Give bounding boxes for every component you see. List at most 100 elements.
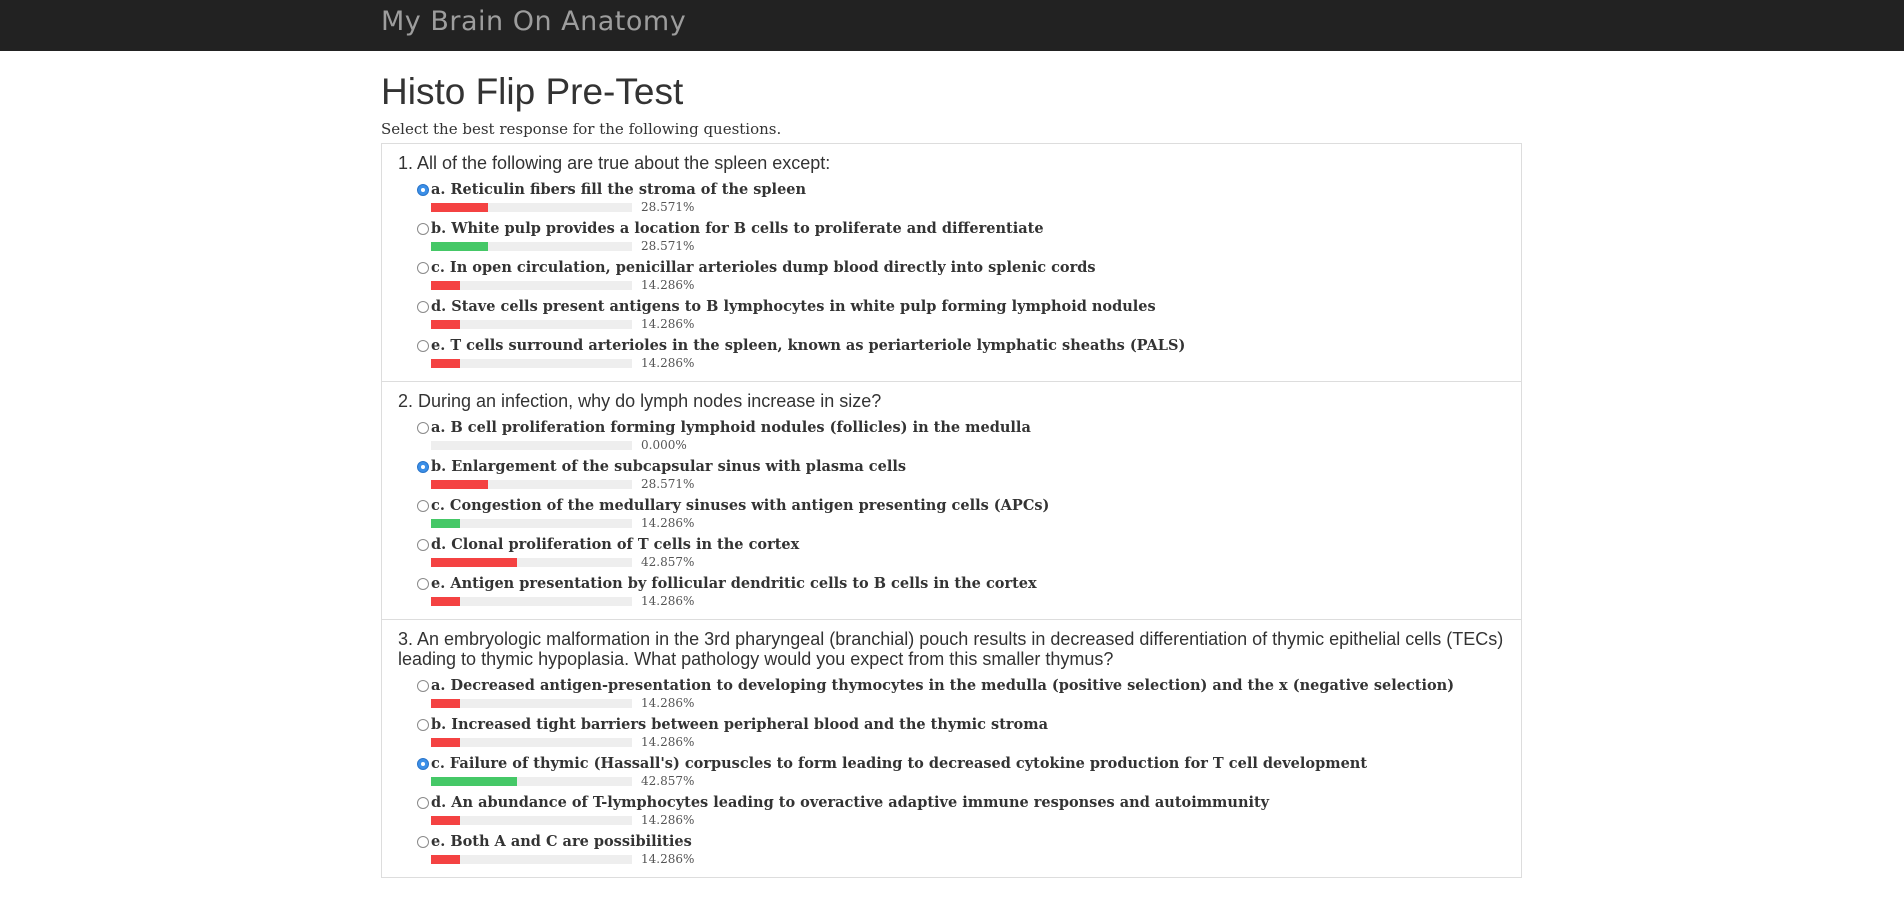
answer-row[interactable]: a. Reticulin fibers fill the stroma of t… xyxy=(417,179,1506,199)
response-bar-row: 28.571% xyxy=(431,477,1506,491)
answer-option[interactable]: d. Stave cells present antigens to B lym… xyxy=(417,296,1506,335)
answer-label[interactable]: d. Clonal proliferation of T cells in th… xyxy=(431,536,799,553)
answer-radio[interactable] xyxy=(417,500,429,512)
answer-option[interactable]: e. Antigen presentation by follicular de… xyxy=(417,573,1506,612)
answer-label[interactable]: b. Increased tight barriers between peri… xyxy=(431,716,1048,733)
answer-radio[interactable] xyxy=(417,301,429,313)
answer-row[interactable]: e. T cells surround arterioles in the sp… xyxy=(417,335,1506,355)
response-bar-track xyxy=(431,441,632,450)
answer-row[interactable]: c. Failure of thymic (Hassall's) corpusc… xyxy=(417,753,1506,773)
response-bar-row: 28.571% xyxy=(431,200,1506,214)
answer-row[interactable]: b. Increased tight barriers between peri… xyxy=(417,714,1506,734)
answer-radio[interactable] xyxy=(417,680,429,692)
answer-option[interactable]: d. Clonal proliferation of T cells in th… xyxy=(417,534,1506,573)
answer-option[interactable]: a. Reticulin fibers fill the stroma of t… xyxy=(417,179,1506,218)
answer-radio[interactable] xyxy=(417,340,429,352)
answer-radio[interactable] xyxy=(417,836,429,848)
response-bar-row: 14.286% xyxy=(431,813,1506,827)
answer-label[interactable]: c. Failure of thymic (Hassall's) corpusc… xyxy=(431,755,1367,772)
answer-label[interactable]: e. Both A and C are possibilities xyxy=(431,833,692,850)
response-bar-track xyxy=(431,480,632,489)
answer-row[interactable]: d. An abundance of T-lymphocytes leading… xyxy=(417,792,1506,812)
response-percentage: 14.286% xyxy=(641,356,695,370)
response-bar-track xyxy=(431,816,632,825)
answer-radio[interactable] xyxy=(417,461,429,473)
page-subtitle: Select the best response for the followi… xyxy=(381,120,782,138)
answer-radio[interactable] xyxy=(417,262,429,274)
answer-option[interactable]: e. Both A and C are possibilities 14.286% xyxy=(417,831,1506,870)
answer-option[interactable]: c. In open circulation, penicillar arter… xyxy=(417,257,1506,296)
question-list: 1. All of the following are true about t… xyxy=(381,143,1522,878)
answer-row[interactable]: d. Clonal proliferation of T cells in th… xyxy=(417,534,1506,554)
answer-radio[interactable] xyxy=(417,422,429,434)
answer-row[interactable]: e. Antigen presentation by follicular de… xyxy=(417,573,1506,593)
answer-label[interactable]: a. Decreased antigen-presentation to dev… xyxy=(431,677,1454,694)
response-percentage: 14.286% xyxy=(641,852,695,866)
response-bar-row: 14.286% xyxy=(431,696,1506,710)
question-text: 1. All of the following are true about t… xyxy=(398,153,831,173)
answer-label[interactable]: e. T cells surround arterioles in the sp… xyxy=(431,337,1185,354)
response-percentage: 14.286% xyxy=(641,813,695,827)
answer-label[interactable]: b. White pulp provides a location for B … xyxy=(431,220,1044,237)
answer-radio[interactable] xyxy=(417,223,429,235)
question-item: 2. During an infection, why do lymph nod… xyxy=(382,382,1521,620)
response-percentage: 42.857% xyxy=(641,555,695,569)
answer-radio[interactable] xyxy=(417,797,429,809)
answer-option[interactable]: c. Congestion of the medullary sinuses w… xyxy=(417,495,1506,534)
answer-label[interactable]: b. Enlargement of the subcapsular sinus … xyxy=(431,458,906,475)
answer-option[interactable]: a. Decreased antigen-presentation to dev… xyxy=(417,675,1506,714)
response-bar-row: 14.286% xyxy=(431,317,1506,331)
response-bar-row: 42.857% xyxy=(431,555,1506,569)
response-percentage: 14.286% xyxy=(641,735,695,749)
answer-label[interactable]: a. B cell proliferation forming lymphoid… xyxy=(431,419,1031,436)
response-percentage: 14.286% xyxy=(641,594,695,608)
answer-radio[interactable] xyxy=(417,578,429,590)
answer-option[interactable]: c. Failure of thymic (Hassall's) corpusc… xyxy=(417,753,1506,792)
response-percentage: 28.571% xyxy=(641,200,695,214)
answer-row[interactable]: c. Congestion of the medullary sinuses w… xyxy=(417,495,1506,515)
response-bar xyxy=(431,281,460,290)
response-bar xyxy=(431,359,460,368)
response-bar-row: 14.286% xyxy=(431,356,1506,370)
response-bar-row: 28.571% xyxy=(431,239,1506,253)
response-bar xyxy=(431,699,460,708)
answer-option[interactable]: b. Enlargement of the subcapsular sinus … xyxy=(417,456,1506,495)
answer-label[interactable]: d. An abundance of T-lymphocytes leading… xyxy=(431,794,1269,811)
response-bar xyxy=(431,203,489,212)
answer-label[interactable]: a. Reticulin fibers fill the stroma of t… xyxy=(431,181,806,198)
answer-radio[interactable] xyxy=(417,758,429,770)
question-item: 1. All of the following are true about t… xyxy=(382,144,1521,382)
answer-radio[interactable] xyxy=(417,184,429,196)
answer-option[interactable]: e. T cells surround arterioles in the sp… xyxy=(417,335,1506,374)
answer-row[interactable]: d. Stave cells present antigens to B lym… xyxy=(417,296,1506,316)
response-percentage: 14.286% xyxy=(641,696,695,710)
response-bar-track xyxy=(431,738,632,747)
answer-option[interactable]: d. An abundance of T-lymphocytes leading… xyxy=(417,792,1506,831)
answer-option[interactable]: a. B cell proliferation forming lymphoid… xyxy=(417,417,1506,456)
response-bar-track xyxy=(431,855,632,864)
answer-radio[interactable] xyxy=(417,719,429,731)
response-bar-track xyxy=(431,203,632,212)
correct-answer-bar xyxy=(431,519,460,528)
response-bar xyxy=(431,597,460,606)
response-bar xyxy=(431,738,460,747)
question-item: 3. An embryologic malformation in the 3r… xyxy=(382,620,1521,878)
response-bar-track xyxy=(431,359,632,368)
response-bar xyxy=(431,816,460,825)
answer-label[interactable]: d. Stave cells present antigens to B lym… xyxy=(431,298,1156,315)
response-percentage: 14.286% xyxy=(641,516,695,530)
response-percentage: 42.857% xyxy=(641,774,695,788)
answer-row[interactable]: c. In open circulation, penicillar arter… xyxy=(417,257,1506,277)
answer-option[interactable]: b. White pulp provides a location for B … xyxy=(417,218,1506,257)
answer-label[interactable]: c. In open circulation, penicillar arter… xyxy=(431,259,1096,276)
brand-link[interactable]: My Brain On Anatomy xyxy=(381,6,686,37)
answer-row[interactable]: b. Enlargement of the subcapsular sinus … xyxy=(417,456,1506,476)
answer-label[interactable]: e. Antigen presentation by follicular de… xyxy=(431,575,1037,592)
answer-row[interactable]: a. B cell proliferation forming lymphoid… xyxy=(417,417,1506,437)
answer-row[interactable]: e. Both A and C are possibilities xyxy=(417,831,1506,851)
answer-row[interactable]: b. White pulp provides a location for B … xyxy=(417,218,1506,238)
answer-label[interactable]: c. Congestion of the medullary sinuses w… xyxy=(431,497,1049,514)
answer-row[interactable]: a. Decreased antigen-presentation to dev… xyxy=(417,675,1506,695)
answer-option[interactable]: b. Increased tight barriers between peri… xyxy=(417,714,1506,753)
answer-radio[interactable] xyxy=(417,539,429,551)
